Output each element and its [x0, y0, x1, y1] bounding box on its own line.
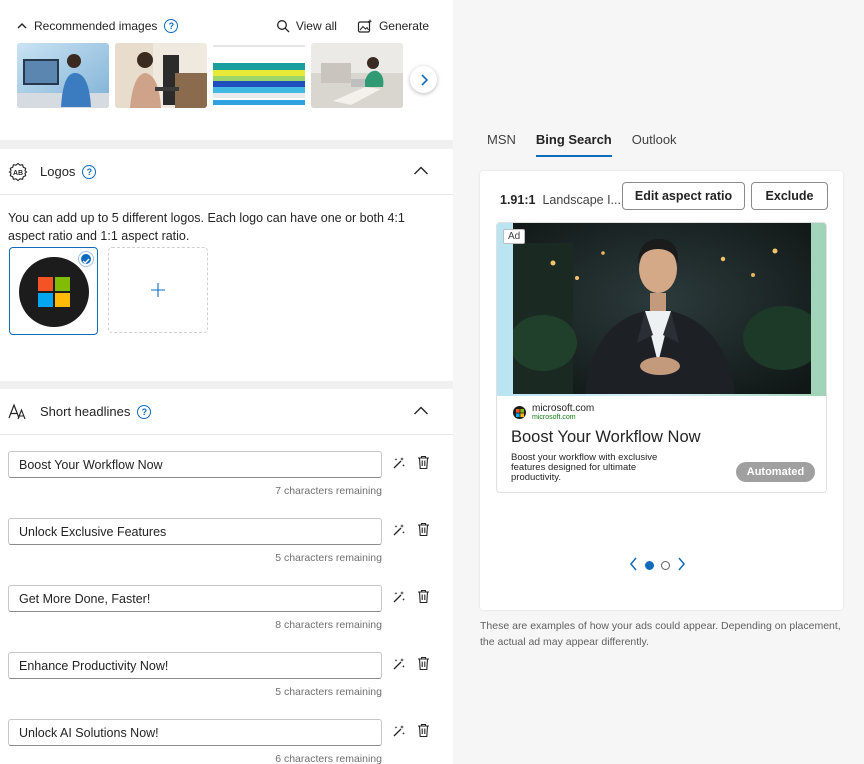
headline-row: 8 characters remaining [8, 585, 453, 645]
chevron-up-icon[interactable] [413, 404, 429, 421]
text-font-icon [8, 402, 26, 419]
magic-wand-icon[interactable] [392, 724, 406, 741]
magic-wand-icon[interactable] [392, 590, 406, 607]
ad-image-background: Ad [497, 223, 826, 396]
characters-remaining: 5 characters remaining [275, 552, 382, 564]
windows-logo [19, 257, 89, 327]
search-icon [276, 20, 290, 33]
ad-domain-name: microsoft.com [532, 403, 595, 414]
headline-input[interactable] [8, 719, 382, 746]
magic-wand-icon[interactable] [392, 657, 406, 674]
headline-input[interactable] [8, 518, 382, 545]
help-icon[interactable]: ? [82, 164, 97, 179]
placement-tabs: MSN Bing Search Outlook [487, 132, 677, 157]
thumbnail-strip [17, 43, 403, 108]
recommended-images-header: Recommended images ? View all Generate [14, 16, 439, 36]
delete-icon[interactable] [417, 656, 430, 674]
windows-favicon-icon [513, 406, 526, 419]
delete-icon[interactable] [417, 455, 430, 473]
tab-bing-search[interactable]: Bing Search [535, 132, 612, 157]
generate-label: Generate [378, 19, 429, 33]
headline-input[interactable] [8, 451, 382, 478]
headline-row: 5 characters remaining [8, 518, 453, 578]
svg-text:AB: AB [13, 170, 23, 177]
selected-check-icon [79, 252, 93, 266]
thumbnail-colorful-stripes[interactable] [213, 43, 305, 108]
automated-badge: Automated [736, 462, 815, 482]
short-headlines-header: Short headlines ? [0, 389, 453, 435]
logos-header: AB Logos ? [0, 149, 453, 195]
characters-remaining: 5 characters remaining [275, 686, 382, 698]
view-all-label: View all [295, 19, 337, 33]
aspect-ratio-label: 1.91:1 Landscape I... [500, 193, 621, 207]
ad-headline: Boost Your Workflow Now [511, 428, 701, 446]
logos-description: You can add up to 5 different logos. Eac… [8, 211, 405, 243]
thumbnail-person-at-desktop[interactable] [17, 43, 109, 108]
ad-preview: Ad microsoft.com microsoft.com Boost You… [496, 222, 827, 493]
chevron-up-icon[interactable] [413, 164, 429, 181]
logos-title: Logos [40, 164, 76, 179]
ad-label: Ad [503, 229, 526, 244]
plus-icon [151, 283, 165, 297]
exclude-button[interactable]: Exclude [751, 182, 828, 210]
short-headlines-title: Short headlines [40, 404, 131, 419]
preview-pager [629, 557, 686, 574]
page-dot-active[interactable] [645, 561, 654, 570]
tab-msn[interactable]: MSN [487, 132, 516, 155]
headline-row: 6 characters remaining [8, 719, 453, 764]
logo-ab-icon: AB [8, 162, 28, 181]
thumbnail-woman-with-laptop[interactable] [115, 43, 207, 108]
ad-description: Boost your workflow with exclusive featu… [511, 452, 658, 483]
characters-remaining: 6 characters remaining [275, 753, 382, 764]
generate-link[interactable]: Generate [357, 18, 429, 34]
chevron-right-icon [420, 73, 428, 86]
preview-panel: MSN Bing Search Outlook 1.91:1 Landscape… [453, 0, 864, 764]
characters-remaining: 7 characters remaining [275, 485, 382, 497]
headline-row: 5 characters remaining [8, 652, 453, 712]
delete-icon[interactable] [417, 522, 430, 540]
edit-aspect-ratio-button[interactable]: Edit aspect ratio [622, 182, 745, 210]
page-dot[interactable] [661, 561, 670, 570]
aspect-ratio-name: Landscape I... [542, 193, 621, 207]
chevron-up-icon[interactable] [14, 18, 30, 34]
ad-domain-url: microsoft.com [532, 414, 576, 421]
logo-tile-selected[interactable] [9, 247, 98, 335]
headline-input[interactable] [8, 585, 382, 612]
delete-icon[interactable] [417, 723, 430, 741]
headline-input[interactable] [8, 652, 382, 679]
magic-wand-icon[interactable] [392, 523, 406, 540]
view-all-link[interactable]: View all [276, 19, 337, 33]
aspect-ratio-value: 1.91:1 [500, 193, 536, 207]
next-thumbnails-button[interactable] [410, 66, 437, 93]
chevron-right-icon[interactable] [677, 557, 686, 574]
help-icon[interactable]: ? [137, 404, 152, 419]
short-headlines-card: Short headlines ? 7 characters remaining… [0, 389, 453, 764]
thumbnail-woman-on-couch[interactable] [311, 43, 403, 108]
add-logo-button[interactable] [108, 247, 208, 333]
headline-row: 7 characters remaining [8, 451, 453, 511]
chevron-left-icon[interactable] [629, 557, 638, 574]
ad-image [513, 223, 811, 394]
ad-preview-card: 1.91:1 Landscape I... Edit aspect ratio … [480, 171, 843, 610]
delete-icon[interactable] [417, 589, 430, 607]
tab-outlook[interactable]: Outlook [632, 132, 677, 155]
recommended-images-card: Recommended images ? View all Generate [0, 0, 453, 140]
magic-wand-icon[interactable] [392, 456, 406, 473]
image-sparkle-icon [357, 19, 373, 33]
help-icon[interactable]: ? [164, 19, 179, 33]
logos-card: AB Logos ? You can add up to 5 different… [0, 149, 453, 381]
left-panel: Recommended images ? View all Generate A… [0, 0, 453, 764]
recommended-actions: View all Generate [276, 16, 429, 36]
preview-footnote: These are examples of how your ads could… [480, 620, 841, 648]
recommended-images-title: Recommended images [34, 19, 158, 33]
characters-remaining: 8 characters remaining [275, 619, 382, 631]
ad-domain: microsoft.com microsoft.com [513, 403, 594, 422]
